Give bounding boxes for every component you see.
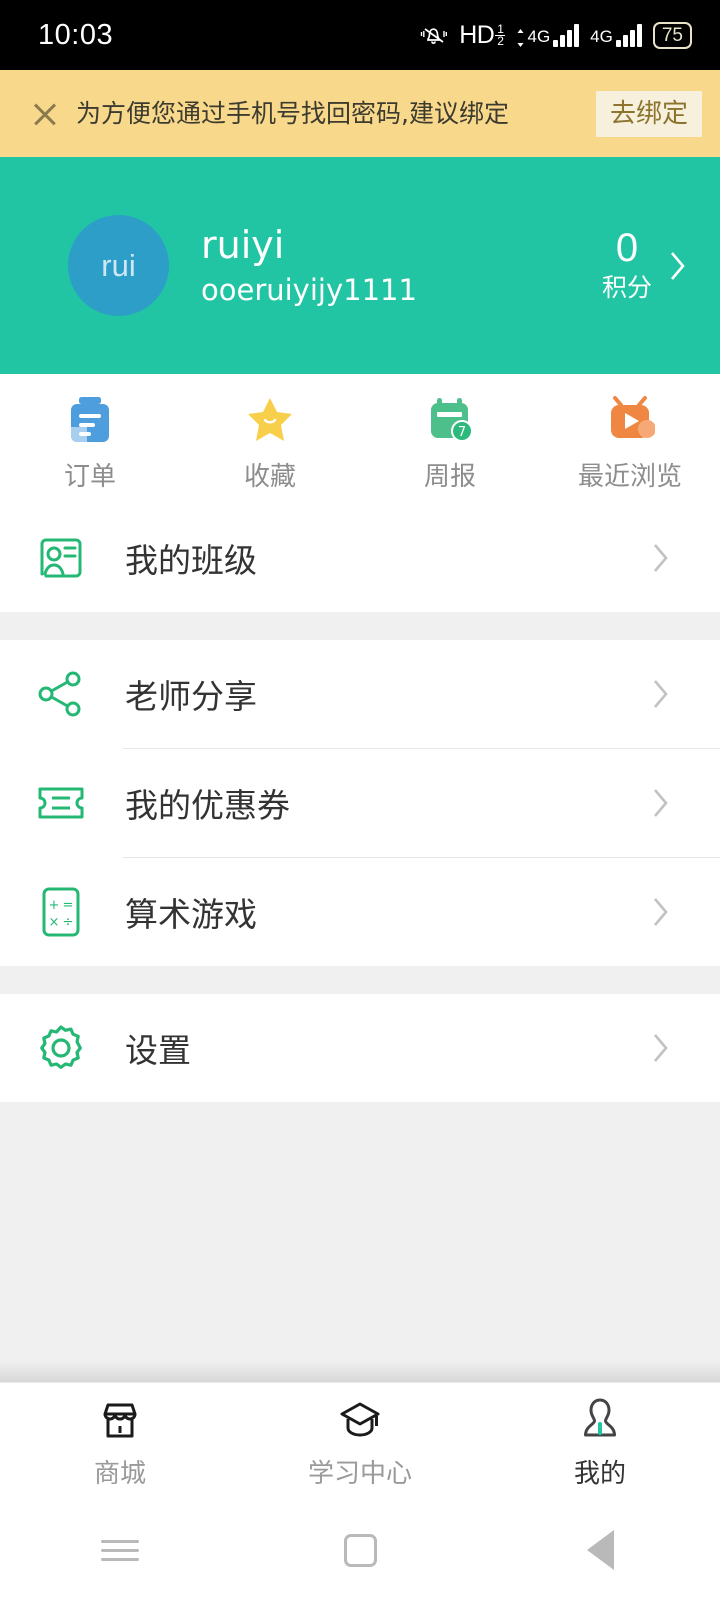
svg-text:7: 7 — [458, 425, 466, 440]
points-entry[interactable]: 0 积分 — [602, 226, 696, 306]
tabbar-shadow — [0, 1360, 720, 1382]
menu-item-arithmetic-game[interactable]: + = × ÷ 算术游戏 — [0, 858, 720, 966]
account-id: ooeruiyijy1111 — [201, 272, 417, 307]
chevron-right-icon — [652, 787, 670, 819]
go-bind-button[interactable]: 去绑定 — [595, 90, 702, 137]
tab-label: 商城 — [93, 1458, 146, 1489]
tv-play-icon — [604, 394, 656, 446]
tab-mall[interactable]: 商城 — [0, 1394, 240, 1490]
profile-names: ruiyi ooeruiyijy1111 — [169, 221, 602, 311]
class-card-icon — [30, 530, 92, 586]
home-square-icon[interactable] — [240, 1533, 480, 1567]
chevron-right-icon — [670, 251, 686, 281]
menu-item-my-coupons[interactable]: 我的优惠券 — [0, 749, 720, 857]
svg-text:×: × — [49, 915, 60, 930]
svg-text:+: + — [49, 898, 60, 913]
menu-group-services: 老师分享 我的优惠券 + = × ÷ 算术游戏 — [0, 640, 720, 966]
menu-item-settings[interactable]: 设置 — [0, 994, 720, 1102]
chevron-right-icon — [652, 896, 670, 928]
avatar[interactable]: rui — [68, 215, 169, 316]
coupon-ticket-icon — [30, 779, 92, 827]
chevron-right-icon — [652, 542, 670, 574]
store-icon — [97, 1394, 143, 1444]
section-gap — [0, 966, 720, 994]
menu-item-label: 算术游戏 — [125, 895, 257, 934]
quick-actions: 订单 收藏 7 周报 最近浏览 — [0, 374, 720, 504]
quick-action-favorites[interactable]: 收藏 — [180, 394, 360, 493]
hd-voice-icon: HD 1 2 — [459, 20, 506, 49]
quick-action-weekly-report[interactable]: 7 周报 — [360, 394, 540, 493]
menu-item-label: 我的班级 — [125, 541, 257, 580]
bind-phone-banner: 为方便您通过手机号找回密码,建议绑定 去绑定 — [0, 70, 720, 157]
back-triangle-icon[interactable] — [480, 1530, 720, 1570]
quick-action-label: 订单 — [63, 461, 116, 492]
quick-action-label: 最近浏览 — [577, 461, 682, 492]
section-gap — [0, 612, 720, 640]
tab-label: 学习中心 — [307, 1458, 412, 1489]
quick-action-recent-browse[interactable]: 最近浏览 — [540, 394, 720, 493]
quick-action-label: 周报 — [423, 461, 476, 492]
points-value: 0 — [615, 225, 639, 270]
menu-item-label: 设置 — [125, 1031, 191, 1070]
status-time: 10:03 — [38, 18, 114, 51]
banner-message: 为方便您通过手机号找回密码,建议绑定 — [76, 99, 509, 128]
chevron-right-icon — [652, 1032, 670, 1064]
signal-4g-secondary-icon: 4G — [590, 23, 642, 47]
menu-item-label: 老师分享 — [125, 677, 257, 716]
menu-lines-icon[interactable] — [0, 1534, 240, 1567]
order-clipboard-icon — [64, 394, 116, 446]
menu-item-label: 我的优惠券 — [125, 786, 290, 825]
person-icon — [578, 1394, 622, 1444]
signal-4g-primary-icon: 4G — [516, 23, 580, 47]
battery-icon: 75 — [652, 21, 692, 49]
tab-learning-center[interactable]: 学习中心 — [240, 1394, 480, 1490]
android-nav-bar — [0, 1500, 720, 1600]
quick-action-label: 收藏 — [243, 461, 296, 492]
content-filler — [0, 1102, 720, 1360]
svg-text:÷: ÷ — [63, 915, 74, 930]
share-icon — [30, 668, 92, 720]
calculator-icon: + = × ÷ — [30, 885, 92, 939]
svg-text:=: = — [63, 898, 74, 913]
status-icons: HD 1 2 4G 4G 75 — [418, 21, 692, 50]
quick-action-orders[interactable]: 订单 — [0, 394, 180, 493]
silent-bell-icon — [418, 22, 448, 48]
bottom-tab-bar: 商城 学习中心 我的 — [0, 1382, 720, 1500]
phone-screen: 10:03 HD 1 2 4G 4G 75 为方便您通过手机号找回密码,建议绑定… — [0, 0, 720, 1600]
profile-header[interactable]: rui ruiyi ooeruiyijy1111 0 积分 — [0, 157, 720, 374]
points-label: 积分 — [601, 272, 652, 302]
username: ruiyi — [201, 222, 285, 267]
tab-mine[interactable]: 我的 — [480, 1394, 720, 1490]
status-bar: 10:03 HD 1 2 4G 4G 75 — [0, 0, 720, 70]
star-icon — [244, 394, 296, 446]
calendar-week-icon: 7 — [424, 394, 476, 446]
chevron-right-icon — [652, 678, 670, 710]
menu-item-my-class[interactable]: 我的班级 — [0, 504, 720, 612]
graduation-cap-icon — [335, 1394, 385, 1444]
gear-icon — [30, 1022, 92, 1074]
close-icon[interactable] — [22, 91, 68, 137]
tab-label: 我的 — [573, 1458, 626, 1489]
menu-item-teacher-share[interactable]: 老师分享 — [0, 640, 720, 748]
menu-group-settings: 设置 — [0, 994, 720, 1102]
menu-group-class: 我的班级 — [0, 504, 720, 612]
